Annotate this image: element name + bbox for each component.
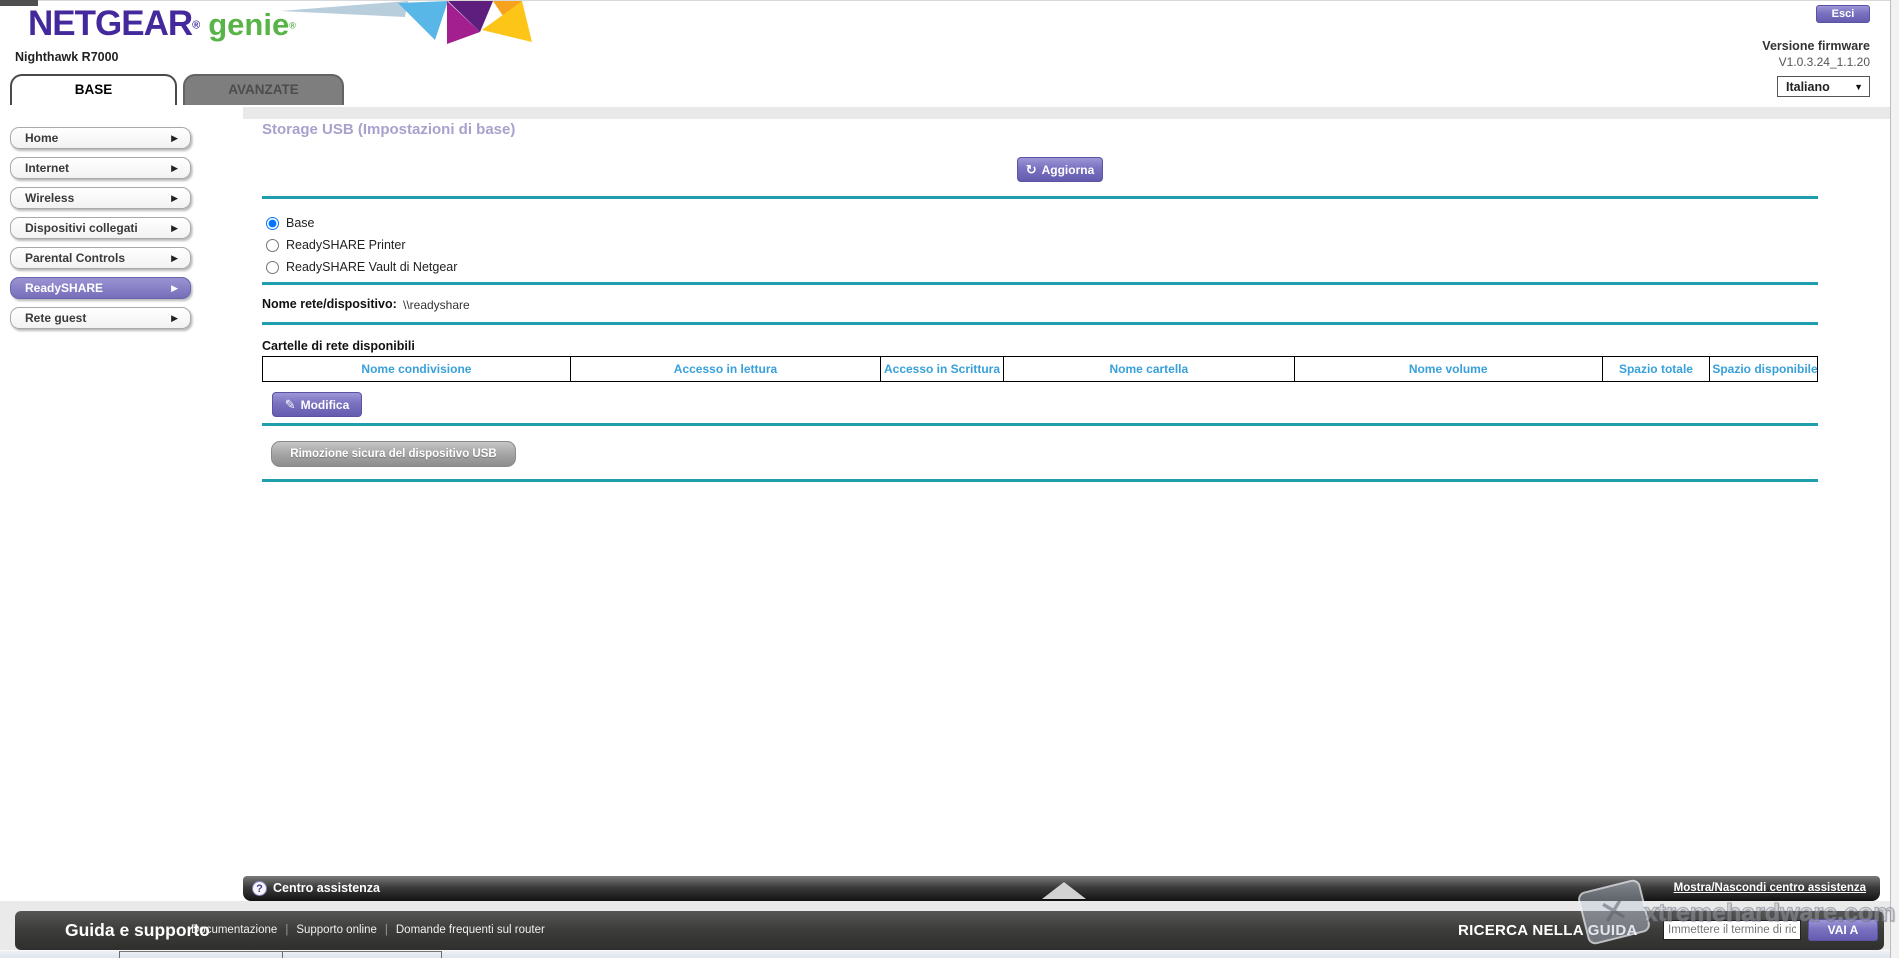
firmware-info: Versione firmware V1.0.3.24_1.1.20 (1600, 39, 1870, 69)
search-guide-label: RICERCA NELLA GUIDA (1458, 911, 1638, 950)
chevron-right-icon: ▶ (171, 283, 178, 294)
expand-help-arrow-icon[interactable] (1042, 882, 1086, 899)
help-center-bar[interactable]: ? Centro assistenza Mostra/Nascondi cent… (243, 876, 1880, 901)
vertical-scrollbar[interactable] (1890, 0, 1899, 958)
guide-search-input[interactable] (1663, 920, 1801, 940)
help-support-footer: Guida e supporto Documentazione|Supporto… (15, 911, 1884, 950)
divider (262, 282, 1818, 285)
column-share-name: Nome condivisione (263, 357, 571, 382)
brand-netgear: NETGEAR (28, 4, 192, 43)
refresh-icon: ↻ (1026, 162, 1037, 178)
brand-genie: genie (208, 7, 289, 42)
table-header-row: Nome condivisione Accesso in lettura Acc… (263, 357, 1818, 382)
language-selected-value: Italiano (1786, 80, 1830, 94)
sidebar-item-attached-devices[interactable]: Dispositivi collegati ▶ (10, 217, 191, 239)
firmware-version: V1.0.3.24_1.1.20 (1600, 55, 1870, 69)
chevron-right-icon: ▶ (171, 313, 178, 324)
chevron-down-icon: ▼ (1854, 82, 1863, 92)
chevron-right-icon: ▶ (171, 193, 178, 204)
divider (262, 322, 1818, 325)
footer-links: Documentazione|Supporto online|Domande f… (191, 911, 545, 950)
divider (262, 196, 1818, 199)
divider (262, 423, 1818, 426)
available-folders-label: Cartelle di rete disponibili (262, 339, 415, 353)
column-free-space: Spazio disponibile (1710, 357, 1818, 382)
chevron-right-icon: ▶ (171, 253, 178, 264)
radio-readyshare-vault[interactable] (266, 261, 279, 274)
column-read-access: Accesso in lettura (570, 357, 880, 382)
language-select[interactable]: Italiano ▼ (1777, 76, 1870, 97)
router-admin-page: NETGEAR®genie® Nighthawk R7000 Esci Vers… (0, 0, 1899, 958)
column-volume-name: Nome volume (1294, 357, 1602, 382)
safe-remove-usb-button[interactable]: Rimozione sicura del dispositivo USB (271, 441, 516, 467)
network-device-name-label: Nome rete/dispositivo: (262, 297, 397, 311)
page-title: Storage USB (Impostazioni di base) (262, 121, 515, 138)
option-readyshare-printer: ReadySHARE Printer (266, 237, 406, 253)
radio-readyshare-printer[interactable] (266, 239, 279, 252)
footer-title: Guida e supporto (65, 911, 210, 950)
logout-button[interactable]: Esci (1816, 5, 1870, 23)
link-router-faq[interactable]: Domande frequenti sul router (396, 924, 545, 936)
show-hide-help-link[interactable]: Mostra/Nascondi centro assistenza (1674, 876, 1866, 901)
column-write-access: Accesso in Scrittura (881, 357, 1004, 382)
content-top-band (243, 107, 1890, 119)
option-readyshare-vault: ReadySHARE Vault di Netgear (266, 259, 457, 275)
refresh-button[interactable]: ↻ Aggiorna (1017, 157, 1103, 182)
help-center-label: Centro assistenza (273, 876, 380, 901)
sidebar-item-guest-network[interactable]: Rete guest ▶ (10, 307, 191, 329)
sidebar-item-wireless[interactable]: Wireless ▶ (10, 187, 191, 209)
sidebar-item-readyshare[interactable]: ReadySHARE ▶ (10, 277, 191, 299)
sidebar-item-home[interactable]: Home ▶ (10, 127, 191, 149)
edit-button[interactable]: ✎ Modifica (272, 392, 362, 417)
column-folder-name: Nome cartella (1003, 357, 1294, 382)
netgear-genie-logo: NETGEAR®genie® (28, 4, 296, 44)
link-documentation[interactable]: Documentazione (191, 924, 277, 936)
sidebar-item-internet[interactable]: Internet ▶ (10, 157, 191, 179)
registered-mark: ® (192, 20, 200, 32)
sidebar-item-parental-controls[interactable]: Parental Controls ▶ (10, 247, 191, 269)
router-model-label: Nighthawk R7000 (15, 50, 119, 64)
go-button[interactable]: VAI A (1808, 919, 1878, 941)
network-folders-table: Nome condivisione Accesso in lettura Acc… (262, 356, 1818, 382)
chevron-right-icon: ▶ (171, 163, 178, 174)
tab-avanzate[interactable]: AVANZATE (183, 74, 344, 105)
radio-base[interactable] (266, 217, 279, 230)
link-online-support[interactable]: Supporto online (296, 924, 377, 936)
pencil-icon: ✎ (285, 397, 296, 413)
tab-base[interactable]: BASE (10, 74, 177, 105)
logo-ribbon-decoration (280, 0, 540, 46)
network-device-name-value: \\readyshare (403, 298, 470, 312)
bottom-page-sliver (0, 950, 1899, 958)
firmware-label: Versione firmware (1600, 39, 1870, 53)
option-base: Base (266, 215, 315, 231)
column-total-space: Spazio totale (1602, 357, 1710, 382)
help-icon: ? (252, 881, 267, 896)
chevron-right-icon: ▶ (171, 223, 178, 234)
divider (262, 479, 1818, 482)
chevron-right-icon: ▶ (171, 133, 178, 144)
